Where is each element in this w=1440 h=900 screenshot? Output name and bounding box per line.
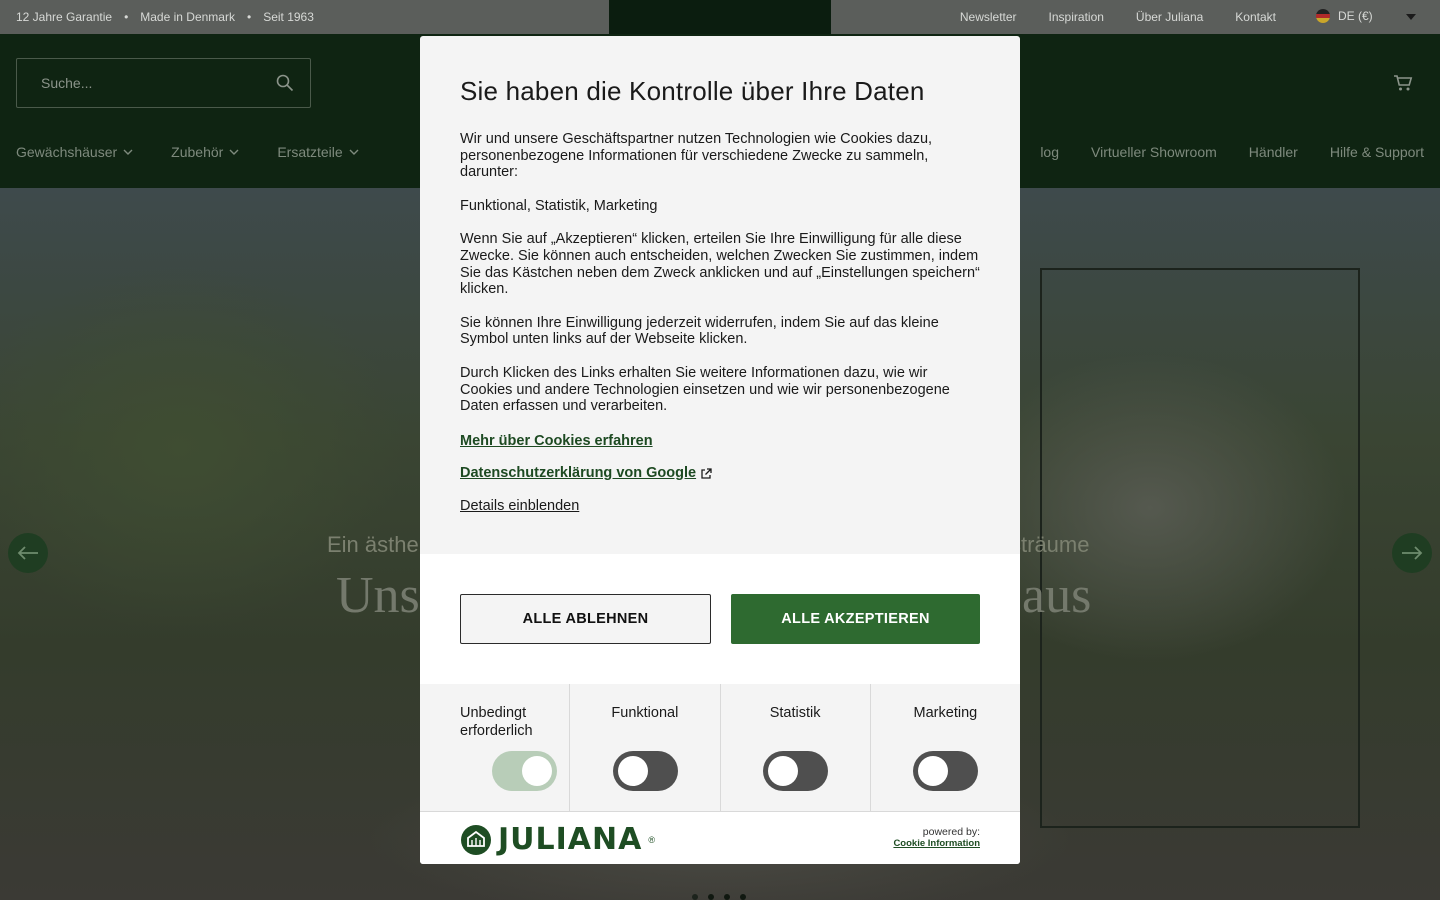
chevron-down-icon: [349, 149, 359, 155]
arrow-right-icon: [1402, 546, 1423, 560]
category-label: Marketing: [913, 705, 978, 721]
cookie-information-link[interactable]: Cookie Information: [893, 838, 980, 850]
juliana-logo: JULIANA ®: [460, 822, 655, 857]
cookie-intro-text: Wir und unsere Geschäftspartner nutzen T…: [460, 131, 933, 181]
powered-by: powered by: Cookie Information: [893, 826, 980, 850]
cookie-dialog-footer: JULIANA ® powered by: Cookie Information: [420, 812, 1020, 864]
category-label: Unbedingt erforderlich: [460, 705, 533, 739]
hero-title-end: aus: [1022, 567, 1092, 624]
hero-subtitle-end: sträume: [1010, 532, 1090, 557]
external-link-icon: [701, 468, 712, 479]
prev-slide-button[interactable]: [8, 533, 48, 573]
usp-warranty: 12 Jahre Garantie: [16, 10, 113, 24]
cart-icon[interactable]: [1393, 74, 1413, 97]
usp-made-in: Made in Denmark: [140, 10, 235, 24]
toggle-knob: [617, 756, 648, 786]
top-links: Newsletter Inspiration Über Juliana Kont…: [960, 10, 1276, 24]
nav-showroom[interactable]: Virtueller Showroom: [1091, 144, 1217, 160]
toggle-knob: [918, 756, 949, 786]
link-contact[interactable]: Kontakt: [1235, 10, 1276, 24]
slide-dots: [692, 894, 746, 900]
link-inspiration[interactable]: Inspiration: [1049, 10, 1104, 24]
slide-dot[interactable]: [740, 894, 746, 900]
accept-all-button[interactable]: ALLE AKZEPTIEREN: [731, 594, 980, 644]
functional-toggle[interactable]: [612, 751, 678, 791]
show-details-link[interactable]: Details einblenden: [460, 498, 579, 514]
cookie-dialog-title: Sie haben die Kontrolle über Ihre Daten: [460, 76, 925, 106]
slide-dot[interactable]: [692, 894, 698, 900]
consent-categories: Unbedingt erforderlich Funktional Statis…: [420, 684, 1020, 812]
language-label: DE (€): [1338, 9, 1373, 23]
category-label: Statistik: [769, 705, 821, 721]
hero-subtitle: Ein ästhe: [327, 532, 419, 557]
category-necessary: Unbedingt erforderlich: [420, 684, 571, 811]
registered-mark: ®: [648, 834, 655, 845]
main-nav-left: Gewächshäuser Zubehör Ersatzteile: [16, 144, 397, 160]
category-functional: Funktional: [570, 684, 721, 811]
search-input[interactable]: Suche...: [16, 58, 311, 108]
chevron-down-icon: [229, 149, 239, 155]
cookie-accept-explanation: Wenn Sie auf „Akzeptieren“ klicken, erte…: [460, 231, 980, 298]
next-slide-button[interactable]: [1392, 533, 1432, 573]
reject-all-button[interactable]: ALLE ABLEHNEN: [460, 594, 711, 644]
nav-accessories[interactable]: Zubehör: [171, 144, 239, 160]
cookie-dialog-body: Sie haben die Kontrolle über Ihre Daten …: [420, 36, 1020, 554]
consent-button-row: ALLE ABLEHNEN ALLE AKZEPTIEREN: [420, 554, 1020, 684]
nav-label: Gewächshäuser: [16, 144, 118, 160]
chevron-down-icon: [123, 149, 133, 155]
statistics-toggle[interactable]: [763, 751, 829, 791]
powered-by-label: powered by:: [922, 826, 980, 838]
nav-label: Zubehör: [171, 144, 224, 160]
cookie-purposes-text: Funktional, Statistik, Marketing: [460, 197, 658, 214]
brand-name: JULIANA: [498, 822, 643, 857]
language-selector[interactable]: DE (€): [1316, 9, 1420, 23]
nav-greenhouses[interactable]: Gewächshäuser: [16, 144, 133, 160]
link-newsletter[interactable]: Newsletter: [960, 10, 1017, 24]
link-about[interactable]: Über Juliana: [1136, 10, 1203, 24]
hero-title: Uns: [336, 567, 420, 624]
usp-separator: •: [246, 10, 252, 24]
nav-dealers[interactable]: Händler: [1249, 144, 1298, 160]
slide-dot[interactable]: [708, 894, 714, 900]
chevron-down-icon: [1406, 14, 1416, 20]
category-marketing: Marketing: [871, 684, 1020, 811]
cookie-revoke-text: Sie können Ihre Einwilligung jederzeit w…: [460, 314, 939, 348]
slide-dot[interactable]: [724, 894, 730, 900]
marketing-toggle[interactable]: [913, 751, 979, 791]
nav-label: Ersatzteile: [277, 144, 343, 160]
nav-help[interactable]: Hilfe & Support: [1330, 144, 1424, 160]
greenhouse-logo-icon: [461, 824, 491, 855]
google-privacy-link[interactable]: Datenschutzerklärung von Google: [460, 465, 696, 481]
cookie-more-info-text: Durch Klicken des Links erhalten Sie wei…: [460, 364, 950, 415]
category-label: Funktional: [611, 705, 679, 721]
arrow-left-icon: [17, 546, 38, 560]
usp-separator: •: [124, 10, 129, 24]
cookie-consent-dialog: Sie haben die Kontrolle über Ihre Daten …: [420, 36, 1020, 864]
search-placeholder: Suche...: [41, 75, 93, 91]
learn-more-cookies-link[interactable]: Mehr über Cookies erfahren: [460, 433, 653, 449]
usp-list: 12 Jahre Garantie • Made in Denmark • Se…: [16, 10, 314, 24]
logo-area[interactable]: [609, 0, 831, 34]
search-icon[interactable]: [276, 74, 294, 95]
toggle-knob: [768, 756, 799, 786]
usp-since: Seit 1963: [263, 10, 314, 24]
main-nav-right: log Virtueller Showroom Händler Hilfe & …: [1040, 144, 1424, 160]
necessary-toggle: [492, 751, 557, 791]
nav-spare-parts[interactable]: Ersatzteile: [277, 144, 359, 160]
top-bar: 12 Jahre Garantie • Made in Denmark • Se…: [0, 0, 1440, 34]
german-flag-icon: [1316, 9, 1330, 23]
nav-blog[interactable]: log: [1040, 144, 1059, 160]
toggle-knob: [522, 756, 552, 786]
category-statistics: Statistik: [721, 684, 871, 811]
